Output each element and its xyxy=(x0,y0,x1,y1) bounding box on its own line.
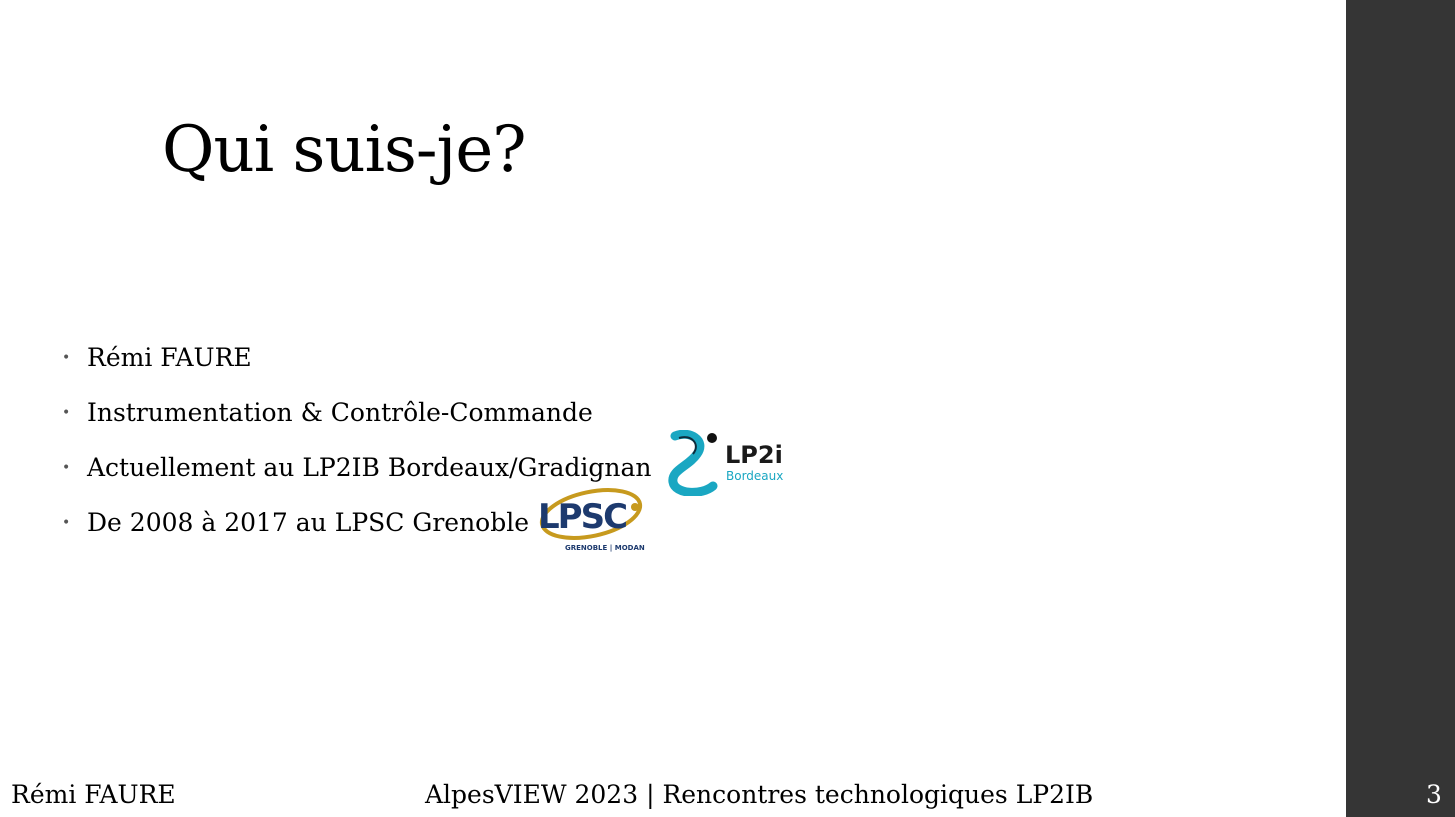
slide-title: Qui suis-je? xyxy=(162,113,527,187)
bullet-icon: • xyxy=(62,514,71,531)
lpsc-logo-text: LPSC xyxy=(538,497,626,537)
bullet-text: Instrumentation & Contrôle-Commande xyxy=(87,398,593,427)
lp2i-logo: LP2i Bordeaux xyxy=(668,430,783,496)
footer-author: Rémi FAURE xyxy=(11,780,176,809)
bullet-item: • Rémi FAURE xyxy=(62,330,652,385)
bullet-text: De 2008 à 2017 au LPSC Grenoble xyxy=(87,508,530,537)
lpsc-logo: LPSC GRENOBLE | MODANE xyxy=(538,488,645,553)
bullet-item: • Instrumentation & Contrôle-Commande xyxy=(62,385,652,440)
page-number: 3 xyxy=(1426,780,1442,809)
lp2i-logo-subtext: Bordeaux xyxy=(726,469,783,483)
side-panel xyxy=(1346,0,1455,817)
footer-event: AlpesVIEW 2023 | Rencontres technologiqu… xyxy=(425,780,1094,809)
bullet-text: Actuellement au LP2IB Bordeaux/Gradignan xyxy=(87,453,652,482)
lp2i-logo-text: LP2i xyxy=(725,441,783,469)
bullet-text: Rémi FAURE xyxy=(87,343,252,372)
slide: Qui suis-je? • Rémi FAURE • Instrumentat… xyxy=(0,0,1346,817)
bullet-icon: • xyxy=(62,404,71,421)
bullet-icon: • xyxy=(62,349,71,366)
bullet-icon: • xyxy=(62,459,71,476)
lpsc-logo-subtext: GRENOBLE | MODANE xyxy=(565,544,645,553)
